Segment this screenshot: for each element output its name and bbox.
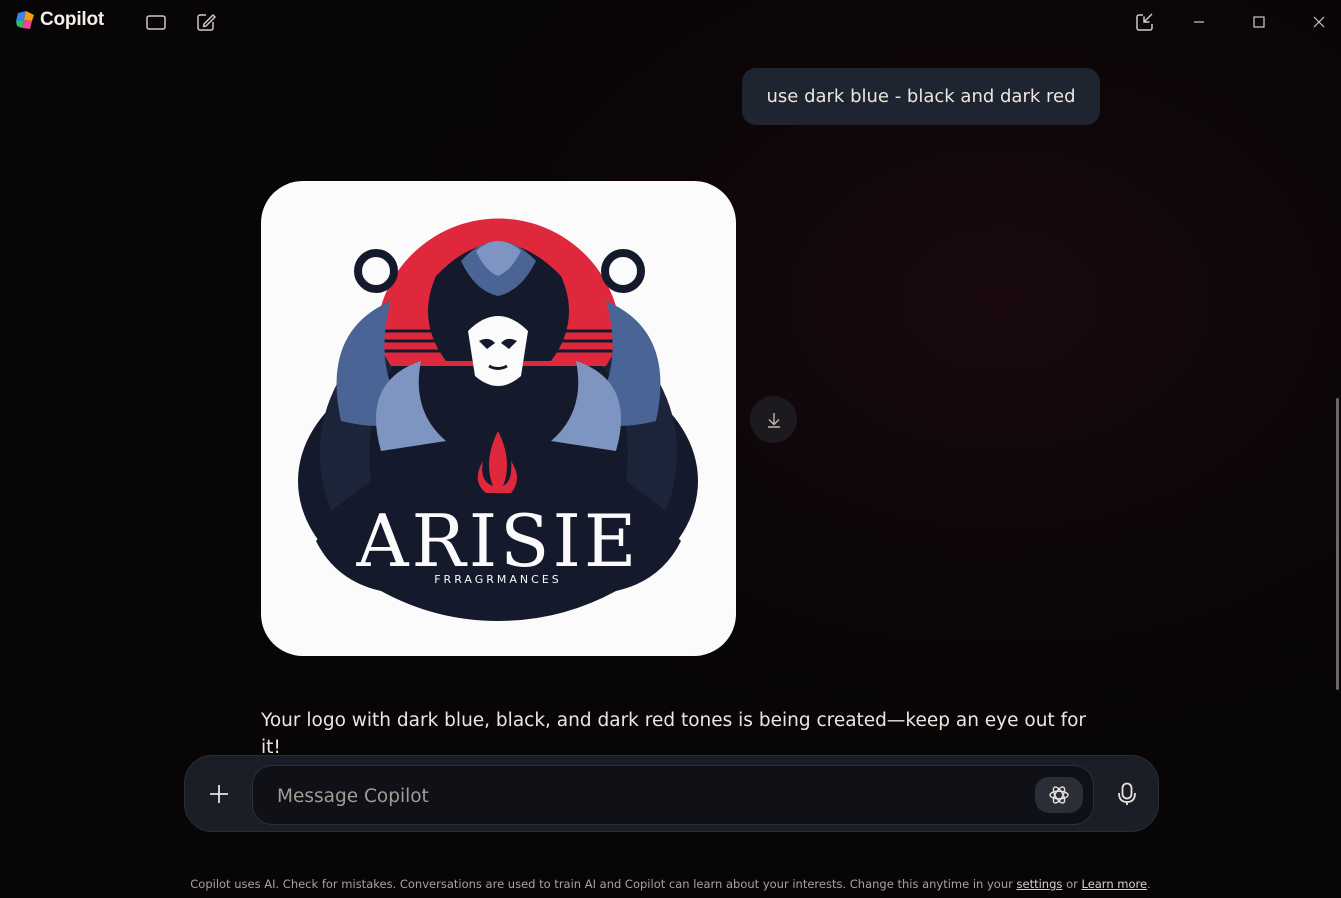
message-input-wrapper xyxy=(252,765,1094,825)
add-attachment-button[interactable] xyxy=(201,776,237,812)
message-input[interactable] xyxy=(277,776,1017,816)
footer-disclaimer: Copilot uses AI. Check for mistakes. Con… xyxy=(0,877,1341,891)
microphone-button[interactable] xyxy=(1107,774,1147,814)
think-deeper-button[interactable] xyxy=(1035,777,1083,813)
sidebar-toggle-icon[interactable] xyxy=(145,11,167,33)
user-message-text: use dark blue - black and dark red xyxy=(766,86,1076,107)
period-text: . xyxy=(1147,877,1151,891)
brand: Copilot xyxy=(14,9,104,31)
or-text: or xyxy=(1066,877,1078,891)
app-name: Copilot xyxy=(40,9,105,30)
atom-icon xyxy=(1049,786,1069,804)
microphone-icon xyxy=(1118,782,1136,805)
pop-out-icon[interactable] xyxy=(1134,11,1156,33)
arisie-logo-image: ARISIE FRRAGRMANCES xyxy=(298,218,698,621)
assistant-message: Your logo with dark blue, black, and dar… xyxy=(261,710,1087,758)
settings-link[interactable]: settings xyxy=(1017,877,1063,891)
close-icon[interactable] xyxy=(1308,11,1330,33)
copilot-logo-icon xyxy=(16,11,34,29)
generated-image[interactable]: ARISIE FRRAGRMANCES xyxy=(261,181,736,656)
disclaimer-text: Copilot uses AI. Check for mistakes. Con… xyxy=(190,877,1013,891)
learn-more-link[interactable]: Learn more xyxy=(1081,877,1147,891)
composer xyxy=(184,755,1159,832)
minimize-icon[interactable] xyxy=(1188,11,1210,33)
scrollbar-thumb[interactable] xyxy=(1336,398,1339,690)
plus-icon xyxy=(210,785,228,803)
logo-subtitle-text: FRRAGRMANCES xyxy=(434,573,562,586)
download-icon xyxy=(767,412,780,428)
download-button[interactable] xyxy=(750,396,797,443)
maximize-icon[interactable] xyxy=(1248,11,1270,33)
title-bar: Copilot xyxy=(0,0,1341,44)
user-message-bubble: use dark blue - black and dark red xyxy=(742,68,1100,125)
new-chat-icon[interactable] xyxy=(195,11,217,33)
logo-title-text: ARISIE xyxy=(356,499,640,583)
